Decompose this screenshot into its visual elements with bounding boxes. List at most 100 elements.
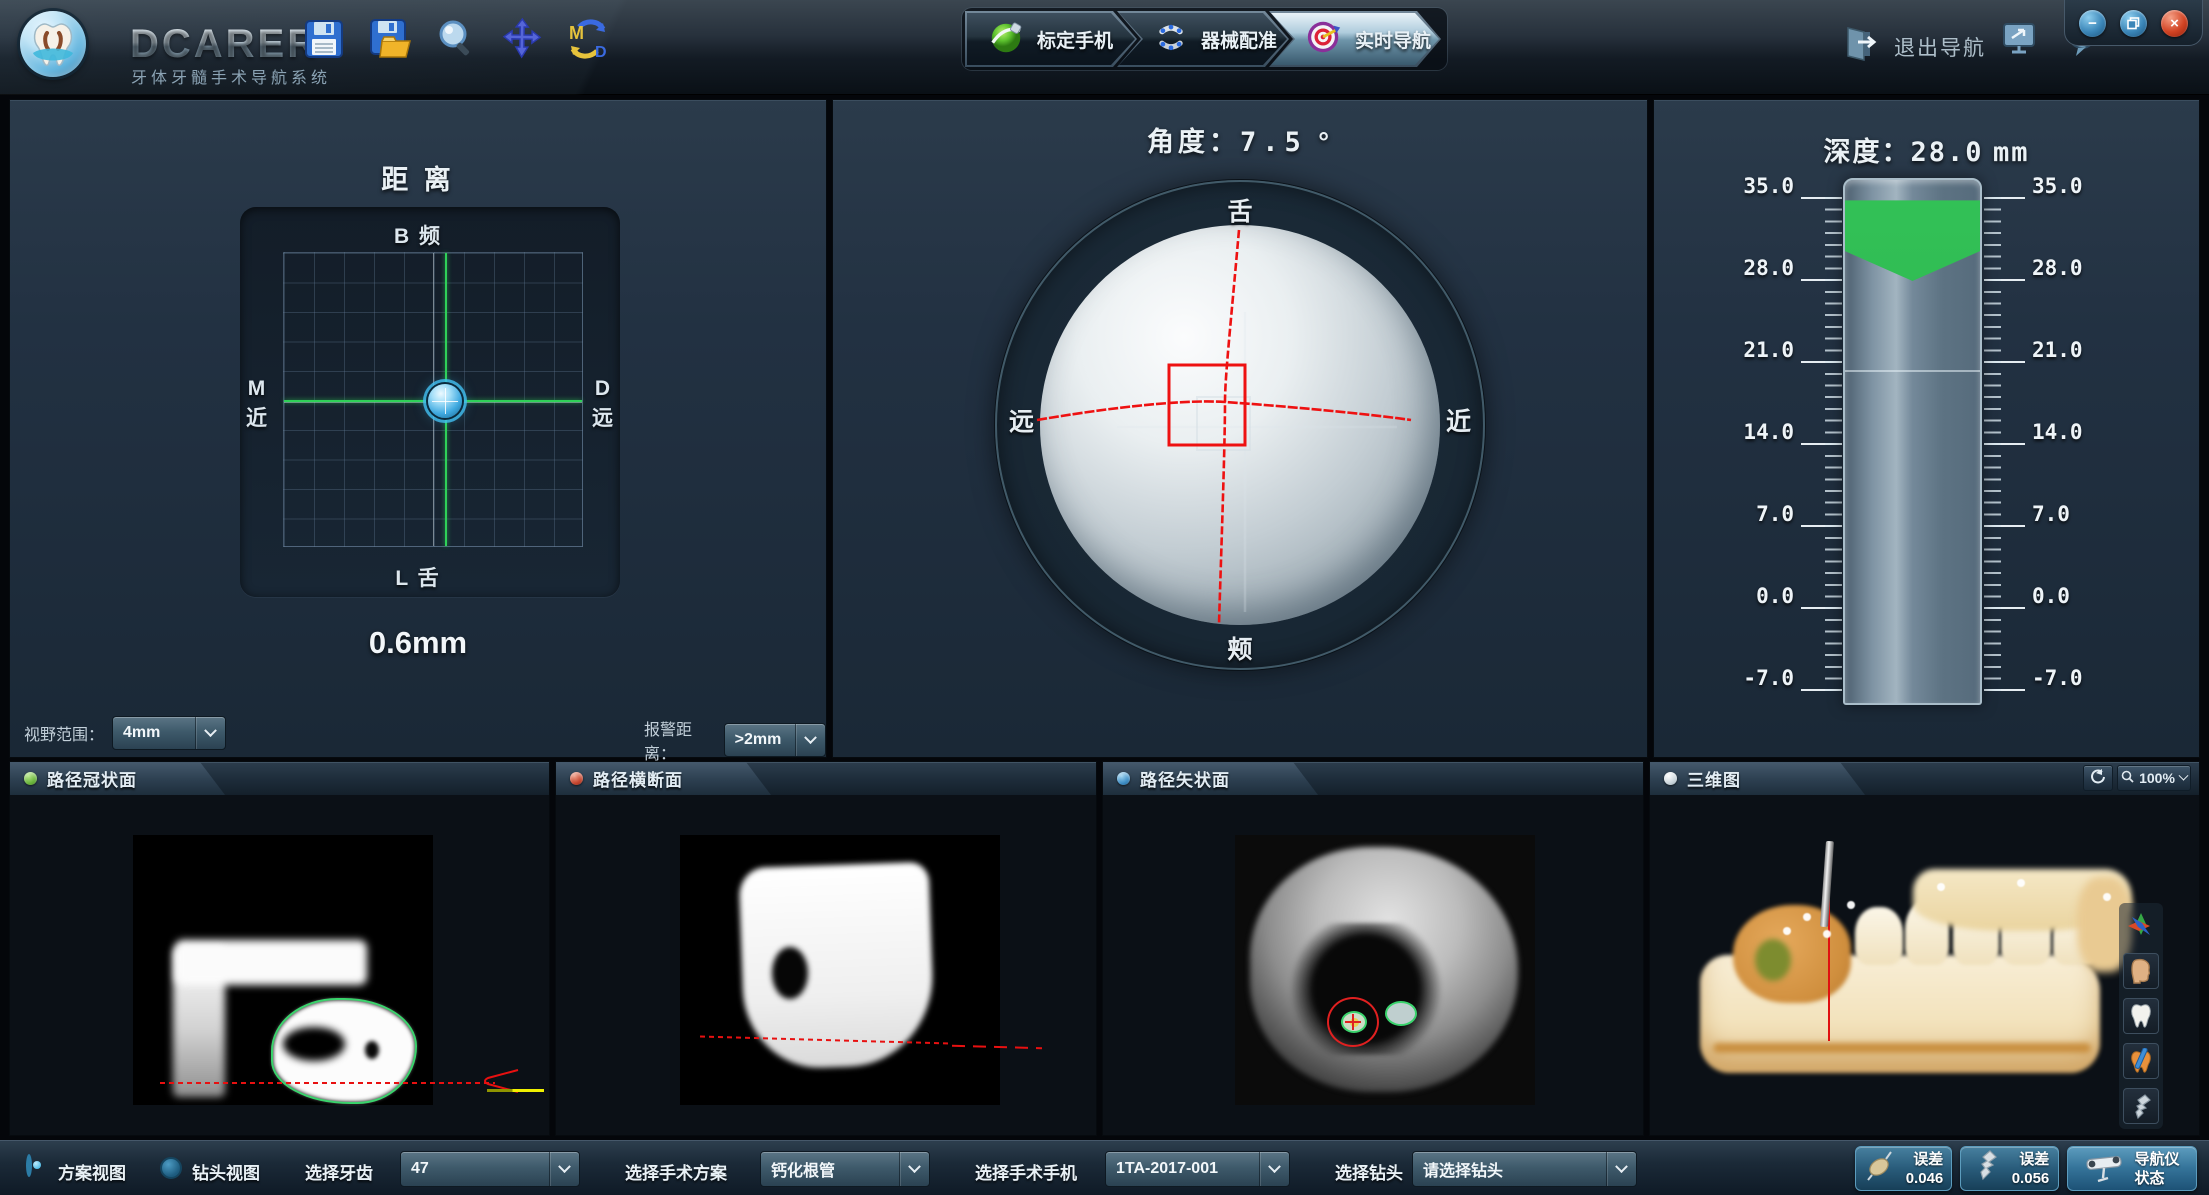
depth-tick-label: 14.0 [1716,420,1794,444]
drill-error-value: 0.056 [2012,1169,2050,1188]
depth-tick-label: 0.0 [2032,584,2110,608]
zoom-level-value: 100% [2139,770,2175,786]
navigator-status-line1: 导航仪 [2134,1150,2179,1169]
zoom-level-select[interactable]: 100% [2117,765,2191,791]
step-calibrate-handpiece[interactable]: 标定手机 [965,11,1137,67]
tooth-icon [2129,1003,2153,1029]
main-toolbar: M D [300,16,612,66]
reset-view-button[interactable] [2083,765,2113,791]
axial-view-image[interactable] [556,795,1096,1135]
show-tooth-path-button[interactable] [2123,1043,2159,1079]
angle-gauge: 舌 颊 远 近 [995,180,1485,670]
drill-view-radio[interactable] [160,1157,182,1179]
orientation-axes-button[interactable] [2123,908,2159,944]
axial-view-header[interactable]: 路径横断面 [556,762,1096,795]
dropdown-chevron-icon [549,1152,579,1186]
save-as-button[interactable] [366,16,414,66]
depth-title: 深度：28.0 mm [1654,130,2199,169]
select-drill-dropdown[interactable]: 请选择钻头 [1412,1151,1637,1187]
drill-icon [2129,1093,2153,1119]
depth-tube [1843,178,1982,705]
threed-view-render[interactable] [1650,795,2199,1135]
select-handpiece-dropdown[interactable]: 1TA-2017-001 [1105,1151,1290,1187]
show-skin-button[interactable] [2123,953,2159,989]
sagittal-view-title: 路径矢状面 [1140,766,1230,791]
distance-value: 0.6mm [10,625,826,661]
coronal-view-header[interactable]: 路径冠状面 [10,762,549,795]
depth-target-zone [1845,180,1980,703]
select-tooth-dropdown[interactable]: 47 [400,1151,580,1187]
reset-rotation-icon [2090,769,2106,788]
angle-panel: 角度：7.5 ° 舌 颊 远 近 [833,100,1647,757]
handpiece-error-button[interactable]: 误差 0.046 [1855,1146,1952,1191]
calibrate-handpiece-icon [987,18,1025,61]
step-instrument-registration[interactable]: 器械配准 [1117,11,1289,67]
drill-instrument [1820,841,1834,927]
top-bar: DCARER 牙体牙髓手术导航系统 [0,0,2209,95]
alarm-distance-select[interactable]: >2mm [724,723,826,757]
axial-status-dot [570,772,583,785]
save-button[interactable] [300,16,348,66]
drill-error-button[interactable]: 误差 0.056 [1960,1146,2059,1191]
distance-controls: 视野范围： 4mm 报警距离： >2mm [10,712,826,757]
distance-grid [283,252,583,547]
sagittal-view-header[interactable]: 路径矢状面 [1103,762,1643,795]
minimize-button[interactable]: − [2079,10,2106,37]
axial-view-panel: 路径横断面 [556,762,1096,1135]
threed-status-dot [1664,772,1677,785]
select-handpiece-label: 选择手术手机 [975,1159,1077,1184]
zoom-tool-button[interactable] [432,16,480,66]
sagittal-view-image[interactable] [1103,795,1643,1135]
magnifier-small-icon [2121,770,2134,786]
dropdown-chevron-icon [899,1152,929,1186]
select-tooth-label: 选择牙齿 [305,1159,373,1184]
target-molar [1733,905,1851,1003]
dropdown-chevron-icon [195,717,225,749]
bottom-control-bar: 方案视图 钻头视图 选择牙齿 47 选择手术方案 钙化根管 选择手术手机 1TA… [0,1140,2209,1195]
coronal-view-image[interactable] [10,795,549,1135]
exit-navigation-label: 退出导航 [1894,32,1986,62]
step-label: 器械配准 [1201,26,1277,53]
depth-tick-label: 28.0 [1716,256,1794,280]
exit-navigation-button[interactable]: 退出导航 [1840,24,1986,69]
show-drill-button[interactable] [2123,1088,2159,1124]
display-settings-icon[interactable] [2000,18,2040,58]
depth-tick-label: -7.0 [2032,666,2110,690]
plan-view-radio[interactable] [26,1154,32,1177]
depth-tick-label: 35.0 [1716,174,1794,198]
select-plan-label: 选择手术方案 [625,1159,727,1184]
move-arrows-icon [500,17,544,66]
show-teeth-button[interactable] [2123,998,2159,1034]
axial-view-title: 路径横断面 [593,766,683,791]
drill-view-label: 钻头视图 [192,1159,260,1184]
drill-status-icon [1970,1149,2004,1188]
angle-crosshair-overlay [997,182,1487,672]
step-label: 实时导航 [1355,26,1431,53]
coronal-status-dot [24,772,37,785]
navigator-status-line2: 状态 [2134,1169,2164,1188]
angle-label-buccal: 颊 [997,630,1483,666]
select-plan-dropdown[interactable]: 钙化根管 [760,1151,930,1187]
coronal-view-panel: 路径冠状面 [10,762,549,1135]
sagittal-view-panel: 路径矢状面 [1103,762,1643,1135]
instrument-registration-icon [1153,18,1189,61]
drill-position-marker [428,384,462,418]
label-lingual: L 舌 [10,562,826,592]
move-tool-button[interactable] [498,16,546,66]
restore-button[interactable] [2120,10,2147,37]
navigator-status-button[interactable]: 导航仪 状态 [2067,1146,2197,1191]
step-realtime-navigation[interactable]: 实时导航 [1269,11,1441,67]
depth-tick-label: 0.0 [1716,584,1794,608]
angle-label-mesial: 近 [1446,402,1471,438]
mesial-distal-swap-button[interactable]: M D [564,16,612,66]
app-subtitle: 牙体牙髓手术导航系统 [131,64,331,88]
navigator-camera-icon [2084,1148,2126,1189]
close-button[interactable]: × [2161,10,2188,37]
threed-view-header[interactable]: 三维图 100% [1650,762,2199,795]
drill-error-label: 误差 [2019,1150,2049,1169]
sagittal-status-dot [1117,772,1130,785]
select-drill-label: 选择钻头 [1335,1159,1403,1184]
magnifier-icon [434,17,478,66]
view-range-select[interactable]: 4mm [112,716,226,750]
app-logo [20,11,86,77]
